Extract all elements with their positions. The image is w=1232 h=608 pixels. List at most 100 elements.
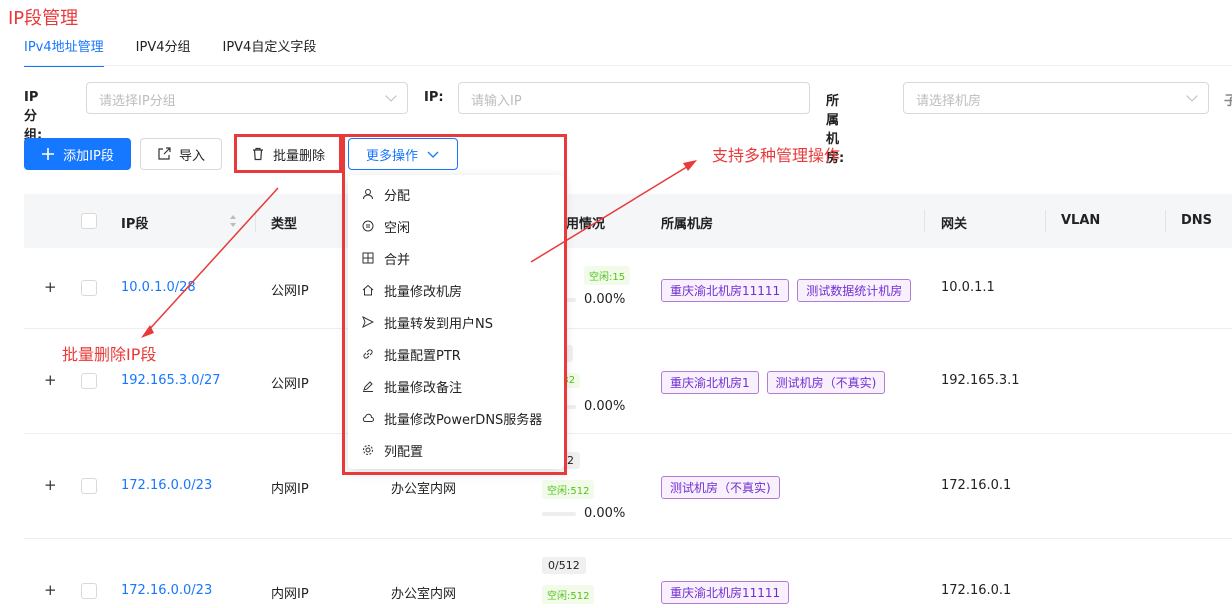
import-icon — [158, 147, 171, 160]
col-dns: DNS — [1181, 213, 1213, 228]
ip-group-placeholder: 请选择IP分组 — [99, 94, 176, 109]
import-button[interactable]: 导入 — [140, 138, 222, 170]
menu-item-idle[interactable]: 空闲 — [362, 210, 410, 242]
expand-icon[interactable]: + — [44, 476, 57, 494]
room-tag: 重庆渝北机房11111 — [661, 581, 790, 604]
pause-circle-icon — [362, 220, 374, 232]
menu-item-column-config[interactable]: 列配置 — [362, 434, 423, 466]
ip-segment-link[interactable]: 172.16.0.0/23 — [121, 478, 212, 493]
column-divider — [255, 210, 256, 232]
ip-segment-link[interactable]: 172.16.0.0/23 — [121, 583, 212, 598]
annotation-more-ops: 支持多种管理操作 — [712, 146, 841, 165]
gateway-value: 172.16.0.1 — [941, 478, 1012, 493]
menu-item-forward-ns[interactable]: 批量转发到用户NS — [362, 306, 493, 338]
col-gateway: 网关 — [941, 217, 968, 232]
col-usage: 用情况 — [566, 217, 606, 232]
ip-type: 公网IP — [271, 284, 309, 299]
ip-type: 内网IP — [271, 482, 309, 497]
table-row[interactable]: + 172.16.0.0/23 内网IP 办公室内网 12 空闲:512 0.0… — [24, 434, 1232, 539]
table-row[interactable]: + 192.165.3.0/27 公网IP 2 :32 0.00% 重庆渝北机房… — [24, 329, 1232, 434]
room-tag: 测试数据统计机房 — [797, 279, 912, 302]
arrow-head — [683, 160, 697, 171]
ip-label: IP: — [424, 90, 444, 105]
gateway-value: 10.0.1.1 — [941, 280, 995, 295]
menu-item-batch-edit-room[interactable]: 批量修改机房 — [362, 274, 462, 306]
col-room: 所属机房 — [661, 217, 714, 232]
room-tags: 重庆渝北机房11111 测试数据统计机房 — [661, 279, 919, 302]
room-select[interactable]: 请选择机房 — [903, 82, 1209, 114]
chevron-down-icon — [385, 90, 397, 102]
batch-delete-button[interactable]: 批量删除 — [236, 138, 340, 170]
sort-icon[interactable] — [229, 214, 237, 228]
col-vlan: VLAN — [1061, 213, 1101, 228]
more-actions-label: 更多操作 — [365, 148, 418, 164]
room-tags: 测试机房（不真实) — [661, 476, 788, 499]
tab-ipv4-group[interactable]: IPV4分组 — [136, 34, 191, 67]
ip-placeholder: 请输入IP — [471, 94, 522, 109]
add-ip-segment-label: 添加IP段 — [63, 148, 114, 164]
tab-ipv4-address[interactable]: IPv4地址管理 — [24, 34, 104, 67]
add-ip-segment-button[interactable]: 添加IP段 — [24, 138, 131, 170]
tab-bar: IPv4地址管理 IPV4分组 IPV4自定义字段 — [24, 34, 316, 67]
ip-input[interactable]: 请输入IP — [458, 82, 810, 114]
room-tag: 重庆渝北机房1 — [661, 371, 759, 394]
usage-percent: 0.00% — [584, 506, 626, 521]
row-checkbox[interactable] — [81, 373, 97, 389]
ip-segment-link[interactable]: 10.0.1.0/28 — [121, 280, 196, 295]
usage-progress-bar — [542, 512, 576, 516]
expand-icon[interactable]: + — [44, 278, 57, 296]
row-checkbox[interactable] — [81, 280, 97, 296]
table-header: IP段 类型 用情况 所属机房 网关 VLAN DNS — [24, 194, 1232, 248]
menu-item-label: 分配 — [384, 188, 411, 204]
menu-item-label: 批量修改备注 — [384, 380, 463, 396]
menu-item-label: 批量修改PowerDNS服务器 — [384, 412, 543, 428]
gateway-value: 192.165.3.1 — [941, 373, 1020, 388]
trash-icon — [252, 147, 263, 161]
expand-icon[interactable]: + — [44, 371, 57, 389]
usage-percent: 0.00% — [584, 292, 626, 307]
menu-item-assign[interactable]: 分配 — [362, 178, 410, 210]
send-icon — [362, 316, 374, 328]
room-placeholder: 请选择机房 — [916, 94, 982, 109]
link-icon — [363, 349, 373, 359]
ip-segment-name: 办公室内网 — [391, 482, 457, 497]
more-actions-menu: 分配 空闲 合并 批量修改机房 批量转发到用户NS 批量配置PTR 批量修改备注… — [348, 175, 564, 469]
table-row[interactable]: + 10.0.1.0/28 公网IP 5 空闲:15 0.00% 重庆渝北机房1… — [24, 248, 1232, 329]
cloud-icon — [362, 413, 374, 422]
menu-item-merge[interactable]: 合并 — [362, 242, 410, 274]
ip-type: 公网IP — [271, 377, 309, 392]
gear-icon — [363, 445, 373, 455]
room-tag: 测试机房（不真实) — [766, 371, 886, 394]
menu-item-config-ptr[interactable]: 批量配置PTR — [362, 338, 461, 370]
chevron-down-icon — [1186, 90, 1198, 102]
import-label: 导入 — [178, 148, 205, 164]
expand-icon[interactable]: + — [44, 581, 57, 599]
overflow-label: 子 — [1224, 94, 1232, 109]
ip-group-select[interactable]: 请选择IP分组 — [86, 82, 408, 114]
tabs-divider — [24, 65, 1232, 66]
column-divider — [1045, 210, 1046, 232]
ip-segment-name: 办公室内网 — [391, 587, 457, 602]
tab-ipv4-custom-fields[interactable]: IPV4自定义字段 — [222, 34, 316, 67]
col-ip-segment[interactable]: IP段 — [121, 213, 148, 232]
select-all-checkbox[interactable] — [81, 213, 97, 229]
menu-item-edit-powerdns[interactable]: 批量修改PowerDNS服务器 — [362, 402, 542, 434]
usage-count: 0/512 — [542, 557, 586, 574]
table-row[interactable]: + 172.16.0.0/23 内网IP 办公室内网 0/512 空闲:512 … — [24, 539, 1232, 608]
edit-icon — [363, 381, 373, 392]
chevron-down-icon — [427, 151, 439, 158]
more-actions-button[interactable]: 更多操作 — [348, 138, 458, 170]
menu-item-edit-remark[interactable]: 批量修改备注 — [362, 370, 462, 402]
annotation-batch-delete: 批量删除IP段 — [62, 345, 157, 364]
row-checkbox[interactable] — [81, 478, 97, 494]
usage-percent: 0.00% — [584, 399, 626, 414]
usage-free-badge: 空闲:512 — [542, 585, 595, 604]
ip-segment-link[interactable]: 192.165.3.0/27 — [121, 373, 221, 388]
usage-free-badge: 空闲:15 — [584, 266, 631, 285]
row-checkbox[interactable] — [81, 583, 97, 599]
column-divider — [1165, 210, 1166, 232]
gateway-value: 172.16.0.1 — [941, 583, 1012, 598]
plus-icon — [42, 148, 55, 160]
menu-item-label: 批量配置PTR — [384, 348, 461, 364]
menu-item-label: 批量转发到用户NS — [384, 316, 493, 332]
